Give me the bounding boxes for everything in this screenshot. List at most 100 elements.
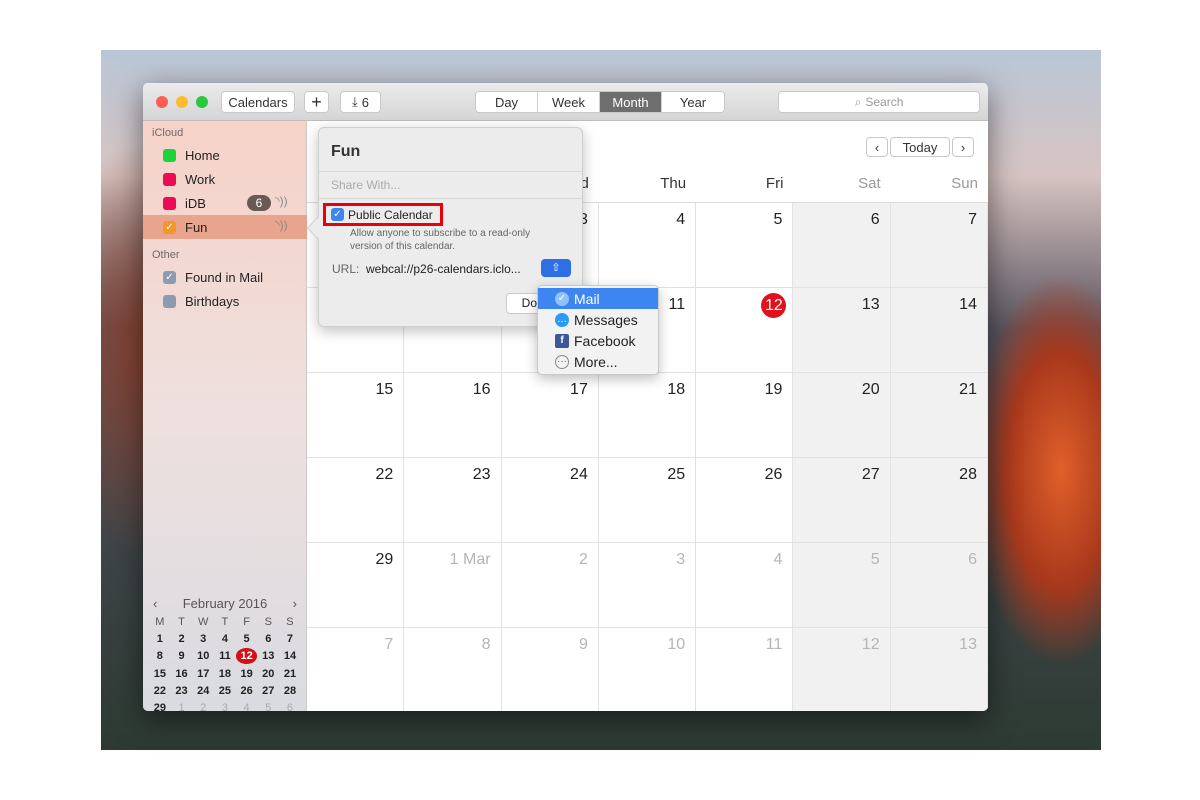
day-cell[interactable]: 3 bbox=[598, 543, 697, 628]
day-cell[interactable]: 4 bbox=[696, 543, 794, 628]
day-cell[interactable]: 7 bbox=[890, 203, 988, 288]
mini-day[interactable]: 3 bbox=[214, 702, 236, 711]
mini-day[interactable]: 6 bbox=[279, 702, 301, 711]
checked-checkbox[interactable]: ✓ bbox=[163, 220, 176, 234]
color-checkbox[interactable] bbox=[163, 148, 176, 162]
mini-day[interactable]: 4 bbox=[214, 633, 236, 645]
close-button[interactable] bbox=[156, 96, 168, 108]
prev-button[interactable]: ‹ bbox=[866, 137, 888, 157]
day-cell[interactable]: 14 bbox=[890, 288, 988, 373]
mini-day[interactable]: 27 bbox=[257, 685, 279, 697]
day-cell[interactable]: 6 bbox=[793, 203, 891, 288]
mini-day[interactable]: 22 bbox=[149, 685, 171, 697]
mini-day[interactable]: 1 bbox=[149, 633, 171, 645]
mini-day[interactable]: 25 bbox=[214, 685, 236, 697]
calendars-button[interactable]: Calendars bbox=[221, 91, 295, 113]
mini-day[interactable]: 5 bbox=[236, 633, 258, 645]
zoom-button[interactable] bbox=[196, 96, 208, 108]
tab-year[interactable]: Year bbox=[662, 92, 724, 112]
mini-day[interactable]: 29 bbox=[149, 702, 171, 711]
day-cell[interactable]: 13 bbox=[793, 288, 891, 373]
day-cell[interactable]: 12 bbox=[696, 288, 794, 373]
day-cell[interactable]: 27 bbox=[793, 458, 891, 543]
mini-day[interactable]: 14 bbox=[279, 650, 301, 662]
day-cell[interactable]: 19 bbox=[696, 373, 794, 458]
sidebar-item-home[interactable]: Home bbox=[143, 143, 307, 167]
day-cell[interactable]: 20 bbox=[793, 373, 891, 458]
mini-day[interactable]: 20 bbox=[257, 668, 279, 680]
mini-day[interactable]: 28 bbox=[279, 685, 301, 697]
mini-day[interactable]: 1 bbox=[171, 702, 193, 711]
share-button[interactable]: ⇧ bbox=[541, 259, 571, 277]
mini-day[interactable]: 17 bbox=[192, 668, 214, 680]
mini-day[interactable]: 19 bbox=[236, 668, 258, 680]
sidebar-item-found-in-mail[interactable]: ✓ Found in Mail bbox=[143, 265, 307, 289]
day-cell[interactable]: 22 bbox=[307, 458, 405, 543]
day-cell[interactable]: 15 bbox=[307, 373, 405, 458]
day-cell[interactable]: 23 bbox=[404, 458, 502, 543]
public-calendar-checkbox[interactable]: ✓ Public Calendar bbox=[323, 203, 443, 226]
day-cell[interactable]: 13 bbox=[890, 628, 988, 711]
mini-day[interactable]: 3 bbox=[192, 633, 214, 645]
color-checkbox[interactable] bbox=[163, 294, 176, 308]
day-cell[interactable]: 21 bbox=[890, 373, 988, 458]
menu-item-mail[interactable]: ✓ Mail bbox=[538, 288, 658, 309]
next-month-icon[interactable]: › bbox=[293, 596, 297, 611]
search-input[interactable]: ⌕ Search bbox=[778, 91, 980, 113]
mini-day[interactable]: 10 bbox=[192, 650, 214, 662]
today-button[interactable]: Today bbox=[890, 137, 950, 157]
menu-item-more[interactable]: ··· More... bbox=[538, 351, 658, 372]
tab-month[interactable]: Month bbox=[600, 92, 662, 112]
share-with-input[interactable]: Share With... bbox=[319, 171, 582, 199]
day-cell[interactable]: 5 bbox=[793, 543, 891, 628]
day-cell[interactable]: 9 bbox=[502, 628, 599, 711]
mini-day[interactable]: 16 bbox=[171, 668, 193, 680]
mini-day[interactable]: 4 bbox=[236, 702, 258, 711]
mini-day[interactable]: 24 bbox=[192, 685, 214, 697]
mini-day[interactable]: 5 bbox=[257, 702, 279, 711]
sidebar-item-fun[interactable]: ✓ Fun ◝)) bbox=[143, 215, 307, 239]
day-cell[interactable]: 2 bbox=[501, 543, 599, 628]
mini-day[interactable]: 15 bbox=[149, 668, 171, 680]
day-cell[interactable]: 16 bbox=[404, 373, 502, 458]
tab-week[interactable]: Week bbox=[538, 92, 600, 112]
color-checkbox[interactable] bbox=[163, 172, 176, 186]
mini-day[interactable]: 12 bbox=[235, 648, 258, 665]
sidebar-item-work[interactable]: Work bbox=[143, 167, 307, 191]
prev-month-icon[interactable]: ‹ bbox=[153, 596, 157, 611]
day-cell[interactable]: 1 Mar bbox=[404, 543, 502, 628]
mini-day[interactable]: 2 bbox=[171, 633, 193, 645]
menu-item-messages[interactable]: … Messages bbox=[538, 309, 658, 330]
sidebar-item-birthdays[interactable]: Birthdays bbox=[143, 289, 307, 313]
mini-day[interactable]: 8 bbox=[149, 650, 171, 662]
tab-day[interactable]: Day bbox=[476, 92, 538, 112]
day-cell[interactable]: 28 bbox=[890, 458, 988, 543]
mini-day[interactable]: 13 bbox=[257, 650, 279, 662]
day-cell[interactable]: 26 bbox=[696, 458, 794, 543]
day-cell[interactable]: 4 bbox=[598, 203, 697, 288]
day-cell[interactable]: 11 bbox=[696, 628, 794, 711]
day-cell[interactable]: 6 bbox=[890, 543, 988, 628]
minimize-button[interactable] bbox=[176, 96, 188, 108]
color-checkbox[interactable] bbox=[163, 196, 176, 210]
day-cell[interactable]: 5 bbox=[696, 203, 794, 288]
next-button[interactable]: › bbox=[952, 137, 974, 157]
mini-day[interactable]: 6 bbox=[257, 633, 279, 645]
menu-item-facebook[interactable]: f Facebook bbox=[538, 330, 658, 351]
mini-day[interactable]: 26 bbox=[236, 685, 258, 697]
mini-day[interactable]: 21 bbox=[279, 668, 301, 680]
day-cell[interactable]: 8 bbox=[404, 628, 502, 711]
url-value[interactable]: webcal://p26-calendars.iclo... bbox=[366, 262, 521, 276]
day-cell[interactable]: 24 bbox=[501, 458, 599, 543]
day-cell[interactable]: 25 bbox=[598, 458, 697, 543]
inbox-button[interactable]: ⤓ 6 bbox=[340, 91, 381, 113]
mini-day[interactable]: 9 bbox=[171, 650, 193, 662]
day-cell[interactable]: 12 bbox=[793, 628, 891, 711]
day-cell[interactable]: 17 bbox=[501, 373, 599, 458]
day-cell[interactable]: 18 bbox=[598, 373, 697, 458]
add-button[interactable]: + bbox=[304, 91, 329, 113]
day-cell[interactable]: 7 bbox=[307, 628, 405, 711]
mini-day[interactable]: 11 bbox=[214, 650, 236, 662]
mini-day[interactable]: 18 bbox=[214, 668, 236, 680]
day-cell[interactable]: 29 bbox=[307, 543, 405, 628]
